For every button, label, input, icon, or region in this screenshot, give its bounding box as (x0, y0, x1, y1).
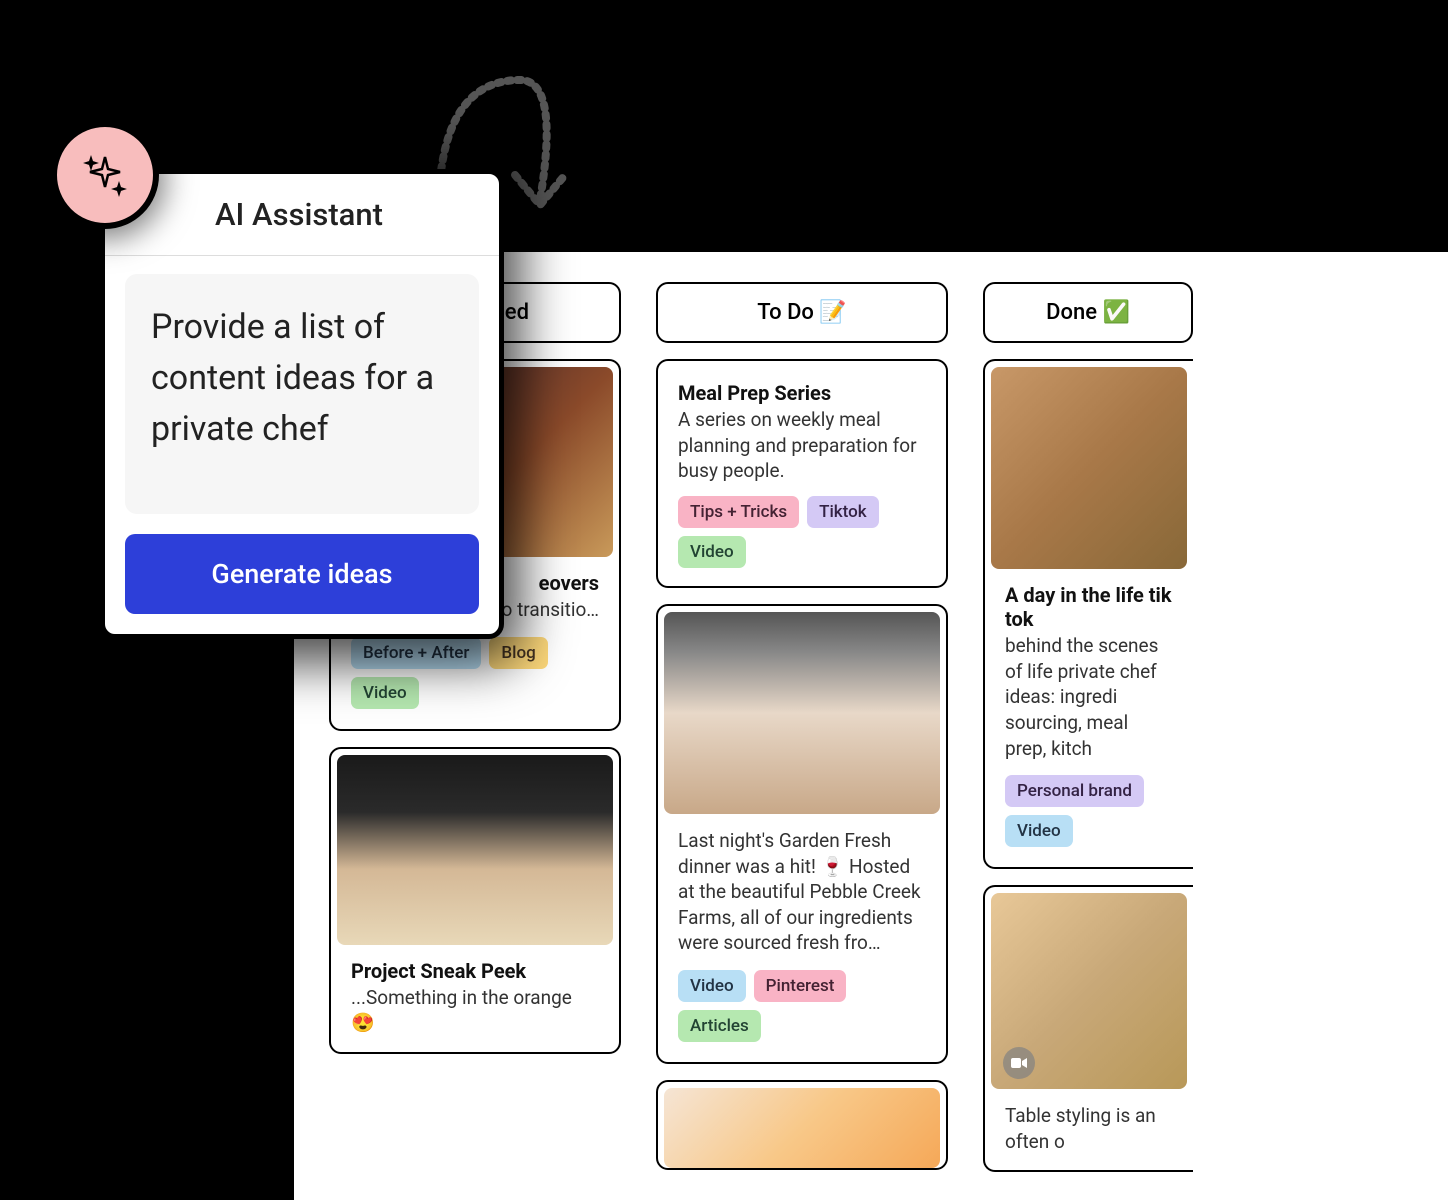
card-image (664, 612, 940, 814)
card-image (664, 1088, 940, 1168)
tag[interactable]: Video (1005, 815, 1073, 847)
card-image (991, 367, 1187, 569)
sparkle-icon (81, 151, 129, 199)
card-title: Meal Prep Series (678, 381, 926, 405)
card-tags: Before + After Blog Video (337, 633, 613, 723)
tag[interactable]: Blog (489, 637, 547, 669)
column-header-todo[interactable]: To Do 📝 (656, 282, 948, 343)
card-image (991, 893, 1187, 1089)
kanban-card[interactable]: Meal Prep Series A series on weekly meal… (656, 359, 948, 588)
video-icon (1003, 1047, 1035, 1079)
card-tags: Tips + Tricks Tiktok Video (678, 496, 926, 576)
kanban-card[interactable]: A day in the life tik tok behind the sce… (983, 359, 1193, 869)
tag[interactable]: Tips + Tricks (678, 496, 799, 528)
kanban-card[interactable]: Project Sneak Peek ...Something in the o… (329, 747, 621, 1054)
kanban-card[interactable] (656, 1080, 948, 1170)
ai-prompt-input[interactable] (125, 274, 479, 514)
tag[interactable]: Tiktok (807, 496, 879, 528)
column-done: Done ✅ A day in the life tik tok behind … (983, 282, 1193, 1200)
generate-ideas-button[interactable]: Generate ideas (125, 534, 479, 614)
card-description: A series on weekly meal planning and pre… (678, 407, 926, 484)
tag[interactable]: Video (678, 970, 746, 1002)
card-description: Table styling is an often o (1005, 1103, 1173, 1154)
tag[interactable]: Video (678, 536, 746, 568)
card-description: Last night's Garden Fresh dinner was a h… (678, 828, 926, 956)
ai-panel-title: AI Assistant (105, 174, 499, 256)
tag[interactable]: Before + After (351, 637, 481, 669)
card-title: A day in the life tik tok (1005, 583, 1173, 631)
kanban-card[interactable]: Last night's Garden Fresh dinner was a h… (656, 604, 948, 1064)
ai-assistant-panel: AI Assistant Generate ideas (103, 172, 501, 636)
column-label: Done ✅ (1046, 300, 1130, 325)
card-image (337, 755, 613, 945)
card-tags: Video Pinterest Articles (664, 966, 940, 1056)
column-label: To Do 📝 (757, 300, 847, 325)
tag[interactable]: Articles (678, 1010, 761, 1042)
column-todo: To Do 📝 Meal Prep Series A series on wee… (656, 282, 948, 1200)
kanban-card[interactable]: Table styling is an often o (983, 885, 1193, 1172)
column-header-done[interactable]: Done ✅ (983, 282, 1193, 343)
tag[interactable]: Video (351, 677, 419, 709)
card-tags: Personal brand Video (991, 771, 1187, 861)
tag[interactable]: Personal brand (1005, 775, 1144, 807)
card-description: behind the scenes of life private chef i… (1005, 633, 1173, 761)
card-description: ...Something in the orange 😍 (351, 985, 599, 1036)
ai-sparkle-badge (55, 125, 155, 225)
card-title: Project Sneak Peek (351, 959, 599, 983)
tag[interactable]: Pinterest (754, 970, 847, 1002)
